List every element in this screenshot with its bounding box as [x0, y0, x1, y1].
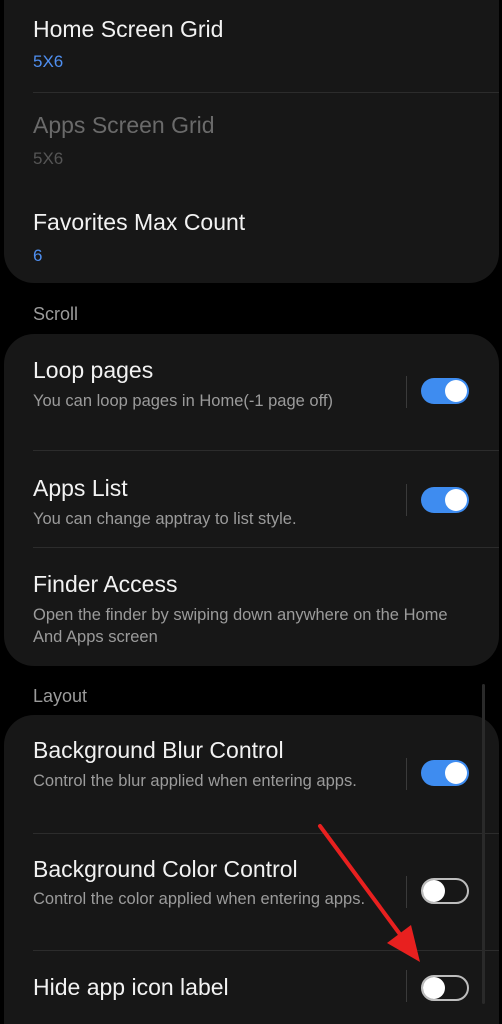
annotation-arrow-icon	[318, 824, 420, 962]
settings-screen: Home Screen Grid 5X6 Apps Screen Grid 5X…	[0, 0, 502, 1024]
